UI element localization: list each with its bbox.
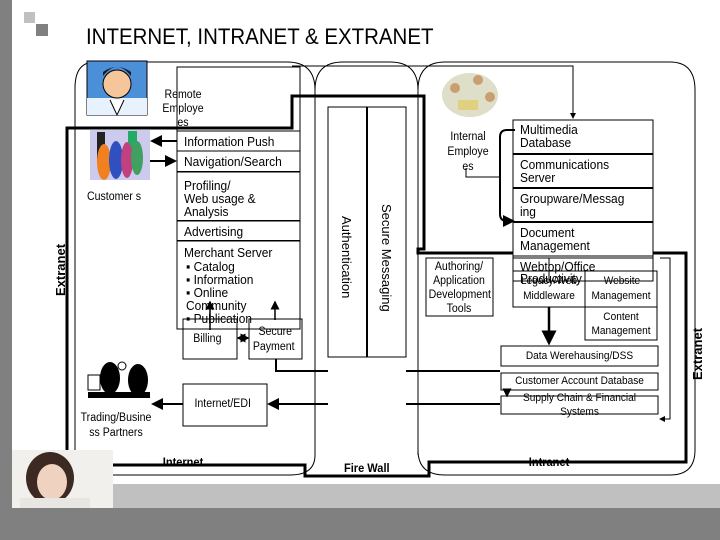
trading-partners-icon	[85, 361, 153, 402]
extranet-right-label: Extranet	[690, 327, 705, 380]
merchant-bullet-publication: ▪ Publication	[186, 311, 253, 326]
legacy-line-1: Legacy/Web	[520, 275, 578, 287]
authoring-line-3: Development	[428, 289, 491, 301]
groupware-line-2: ing	[520, 204, 536, 219]
profiling-line-3: Analysis	[184, 204, 229, 219]
customer-account-label: Customer Account Database	[515, 375, 644, 387]
customers-icon	[90, 130, 150, 180]
secure-payment-line-2: Payment	[252, 341, 295, 353]
multimedia-db-line-2: Database	[520, 135, 572, 150]
comm-server-line-2: Server	[520, 170, 556, 185]
customers-label: Customer s	[86, 191, 142, 203]
internet-edi-label: Internet/EDI	[194, 398, 251, 410]
secure-payment-line-1: Secure	[258, 326, 292, 338]
internal-employees-label: Internal Employe es	[447, 131, 489, 173]
internet-zone-label: Internet	[162, 455, 204, 469]
advertising: Advertising	[184, 224, 244, 239]
intranet-zone-label: Intranet	[528, 455, 570, 469]
extranet-left-label: Extranet	[53, 243, 68, 296]
firewall-zone-label: Fire Wall	[343, 461, 390, 475]
trading-partners-label: Trading/Busine ss Partners	[80, 412, 152, 439]
billing-label: Billing	[193, 333, 222, 345]
woman-photo-icon	[12, 450, 113, 508]
data-warehousing-label: Data Werehausing/DSS	[525, 350, 634, 362]
authoring-line-2: Application	[433, 275, 485, 287]
authentication-label: Authentication	[339, 216, 354, 299]
website-line-1: Website	[603, 275, 641, 287]
remote-employees-label: Remote Employe es	[162, 89, 204, 129]
merchant-server-title: Merchant Server	[184, 245, 273, 260]
groupware-line-1: Groupware/Messag	[520, 191, 625, 206]
supply-chain-line-1: Supply Chain & Financial	[522, 392, 637, 404]
content-line-1: Content	[603, 311, 639, 323]
legacy-line-2: Middleware	[523, 290, 575, 302]
doc-mgmt-line-2: Management	[520, 238, 590, 253]
secure-messaging-label: Secure Messaging	[379, 204, 394, 312]
diagram-canvas	[12, 60, 696, 508]
remote-employee-icon	[86, 60, 148, 117]
merchant-bullet-online-community: ▪ Online Community	[186, 285, 247, 313]
authoring-line-4: Tools	[446, 303, 472, 315]
navigation-search: Navigation/Search	[184, 154, 282, 169]
supply-chain-line-2: Systems	[560, 406, 599, 418]
website-line-2: Management	[591, 290, 651, 302]
authoring-line-1: Authoring/	[434, 261, 484, 273]
content-line-2: Management	[591, 325, 651, 337]
information-push: Information Push	[184, 134, 275, 149]
internal-employees-icon	[442, 73, 498, 117]
